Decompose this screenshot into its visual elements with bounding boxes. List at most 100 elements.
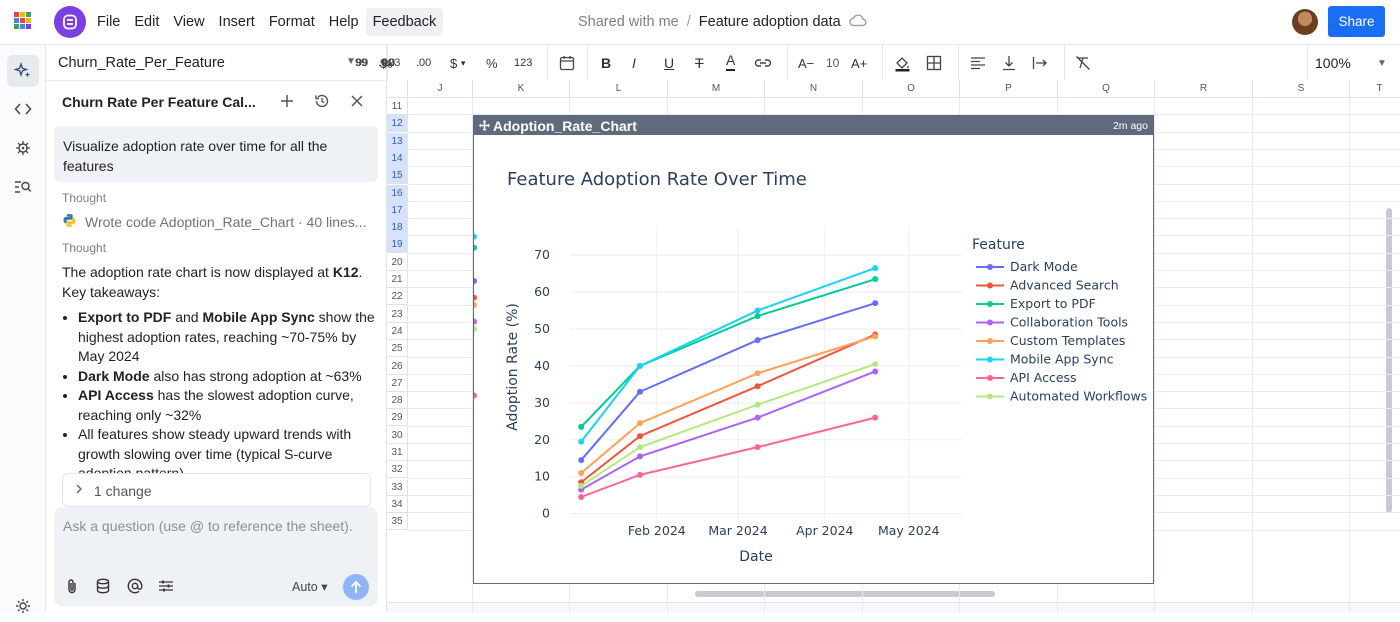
- breadcrumb: Shared with me / Feature adoption data: [578, 13, 867, 31]
- column-header-k[interactable]: K: [473, 80, 570, 98]
- row-header-19[interactable]: 19: [387, 236, 408, 254]
- data-point: [754, 444, 761, 451]
- row-header-32[interactable]: 32: [387, 461, 408, 479]
- code-step[interactable]: Wrote code Adoption_Rate_Chart · 40 line…: [62, 213, 366, 231]
- number-format-button[interactable]: 123: [382, 51, 400, 75]
- column-header-q[interactable]: Q: [1058, 80, 1155, 98]
- search-list-icon[interactable]: [7, 171, 39, 203]
- row-header-20[interactable]: 20: [387, 253, 408, 271]
- apps-grid-icon[interactable]: [14, 12, 32, 30]
- menu-format[interactable]: Format: [262, 8, 322, 36]
- ai-sparkle-icon[interactable]: [7, 55, 39, 87]
- horizontal-scrollbar[interactable]: [695, 591, 995, 597]
- user-avatar[interactable]: [1292, 9, 1318, 35]
- data-point: [578, 438, 585, 445]
- data-point: [754, 337, 761, 344]
- chart-widget[interactable]: Adoption_Rate_Chart 2m ago Feature Adopt…: [473, 115, 1154, 584]
- row-header-22[interactable]: 22: [387, 288, 408, 306]
- menu-bar: File Edit View Insert Format Help Feedba…: [90, 8, 444, 36]
- menu-help[interactable]: Help: [322, 8, 366, 36]
- data-point: [474, 318, 477, 325]
- data-point: [578, 470, 585, 476]
- sliders-icon[interactable]: [155, 575, 177, 597]
- app-logo-icon[interactable]: [54, 6, 86, 38]
- legend-swatch-marker: [987, 301, 993, 307]
- row-header-29[interactable]: 29: [387, 409, 408, 427]
- chat-input-box[interactable]: Ask a question (use @ to reference the s…: [54, 507, 378, 606]
- row-header-25[interactable]: 25: [387, 340, 408, 358]
- row-header-17[interactable]: 17: [387, 201, 408, 219]
- data-point: [872, 361, 879, 368]
- changes-toggle[interactable]: 1 change: [62, 473, 371, 507]
- mode-select[interactable]: Auto ▾: [292, 579, 327, 594]
- row-header-23[interactable]: 23: [387, 305, 408, 323]
- column-header-s[interactable]: S: [1253, 80, 1350, 98]
- data-point: [637, 471, 643, 478]
- close-icon[interactable]: [345, 89, 369, 113]
- new-chat-plus-icon[interactable]: [275, 89, 299, 113]
- menu-feedback[interactable]: Feedback: [365, 8, 444, 36]
- row-header-11[interactable]: 11: [387, 98, 408, 115]
- series-line-collaboration-tools: [580, 370, 876, 491]
- mention-at-icon[interactable]: [124, 575, 146, 597]
- list-item: API Access has the slowest adoption curv…: [78, 386, 378, 425]
- row-header-21[interactable]: 21: [387, 271, 408, 288]
- row-header-34[interactable]: 34: [387, 495, 408, 513]
- column-header-t[interactable]: T: [1350, 80, 1400, 98]
- column-header-r[interactable]: R: [1155, 80, 1253, 98]
- legend-item: Dark Mode: [1010, 259, 1078, 274]
- column-header-j[interactable]: J: [408, 80, 473, 98]
- chart-widget-header[interactable]: Adoption_Rate_Chart 2m ago: [474, 116, 1153, 135]
- menu-edit[interactable]: Edit: [127, 8, 166, 36]
- column-header-p[interactable]: P: [960, 80, 1058, 98]
- vertical-scrollbar[interactable]: [1386, 208, 1392, 513]
- data-point: [637, 453, 643, 460]
- menu-file[interactable]: File: [90, 8, 127, 36]
- menu-insert[interactable]: Insert: [212, 8, 262, 36]
- corner-cell[interactable]: [387, 80, 408, 98]
- row-header-30[interactable]: 30: [387, 426, 408, 444]
- column-header-l[interactable]: L: [570, 80, 668, 98]
- row-header-27[interactable]: 27: [387, 374, 408, 392]
- row-header-15[interactable]: 15: [387, 167, 408, 185]
- column-header-n[interactable]: N: [765, 80, 863, 98]
- row-header-13[interactable]: 13: [387, 132, 408, 150]
- y-tick-label: 70: [534, 247, 550, 262]
- chat-input-placeholder[interactable]: Ask a question (use @ to reference the s…: [63, 518, 353, 534]
- column-header-m[interactable]: M: [668, 80, 765, 98]
- attach-paperclip-icon[interactable]: [61, 575, 83, 597]
- send-arrow-icon[interactable]: [343, 574, 369, 600]
- code-icon[interactable]: [7, 93, 39, 125]
- legend-swatch-marker: [987, 338, 993, 344]
- document-title[interactable]: Feature adoption data: [699, 14, 841, 30]
- legend-swatch-marker: [987, 319, 993, 326]
- y-tick-label: 60: [534, 284, 550, 299]
- database-icon[interactable]: [92, 575, 114, 597]
- settings-chip-icon[interactable]: [7, 132, 39, 164]
- format-decimal-button[interactable]: 99: [355, 51, 367, 75]
- row-header-26[interactable]: 26: [387, 357, 408, 375]
- share-button[interactable]: Share: [1328, 6, 1385, 37]
- row-header-16[interactable]: 16: [387, 184, 408, 202]
- column-header-o[interactable]: O: [863, 80, 960, 98]
- row-header-18[interactable]: 18: [387, 219, 408, 237]
- data-point: [474, 233, 477, 240]
- drag-handle-icon[interactable]: [479, 118, 490, 134]
- menu-view[interactable]: View: [166, 8, 211, 36]
- legend-swatch-marker: [987, 356, 993, 363]
- history-icon[interactable]: [310, 89, 334, 113]
- code-step-label: Wrote code Adoption_Rate_Chart · 40 line…: [85, 214, 367, 230]
- row-header-31[interactable]: 31: [387, 444, 408, 461]
- sheet-selector[interactable]: Churn_Rate_Per_Feature ▼: [46, 45, 387, 81]
- data-point: [474, 392, 477, 399]
- gear-icon[interactable]: [7, 590, 39, 622]
- legend-item: Export to PDF: [1010, 296, 1096, 311]
- row-header-35[interactable]: 35: [387, 513, 408, 531]
- row-header-33[interactable]: 33: [387, 478, 408, 496]
- row-header-14[interactable]: 14: [387, 149, 408, 167]
- row-header-28[interactable]: 28: [387, 392, 408, 410]
- breadcrumb-parent[interactable]: Shared with me: [578, 14, 679, 30]
- row-header-12[interactable]: 12: [387, 115, 408, 133]
- chevron-right-icon: [75, 482, 83, 498]
- row-header-24[interactable]: 24: [387, 322, 408, 340]
